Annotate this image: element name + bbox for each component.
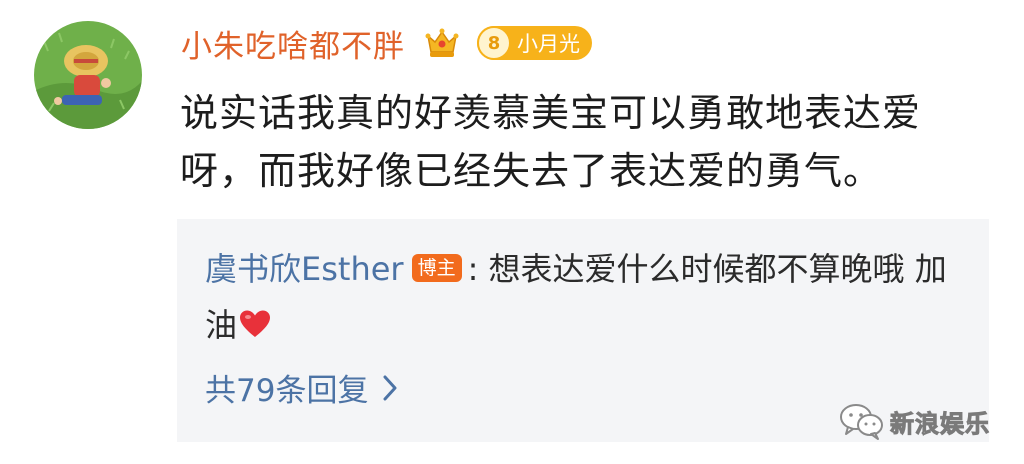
replies-count-label: 共79条回复 xyxy=(205,373,369,409)
reply-content: 虞书欣Esther 博主: 想表达爱什么时候都不算晚哦 加油 xyxy=(205,241,975,353)
comment-text-line: 呀，而我好像已经失去了表达爱的勇气。 xyxy=(180,149,883,193)
reply-author[interactable]: 虞书欣Esther xyxy=(205,250,404,288)
level-badge[interactable]: 8 小月光 xyxy=(477,26,592,60)
comment-card: 小朱吃啥都不胖 8 小月光 说实话我真的好羡慕美宝可以勇敢地表达爱 呀，而我好像… xyxy=(0,0,1024,464)
username[interactable]: 小朱吃啥都不胖 xyxy=(181,21,405,66)
comment-header: 小朱吃啥都不胖 8 小月光 xyxy=(181,18,592,68)
watermark: 新浪娱乐 xyxy=(838,401,990,441)
avatar[interactable] xyxy=(34,21,142,129)
watermark-text: 新浪娱乐 xyxy=(890,409,990,438)
wechat-logo-icon xyxy=(840,404,883,440)
red-heart-icon xyxy=(240,310,271,337)
comment-body: 说实话我真的好羡慕美宝可以勇敢地表达爱 呀，而我好像已经失去了表达爱的勇气。 xyxy=(180,84,1000,200)
blogger-badge: 博主 xyxy=(411,254,462,282)
chevron-right-icon xyxy=(383,375,397,400)
crown-badge-icon[interactable] xyxy=(423,24,461,62)
level-number: 8 xyxy=(477,26,511,60)
comment-text-line: 说实话我真的好羡慕美宝可以勇敢地表达爱 xyxy=(180,91,922,135)
reply-separator: : xyxy=(467,250,479,288)
level-label: 小月光 xyxy=(517,32,580,56)
view-replies-link[interactable]: 共79条回复 xyxy=(205,365,398,410)
